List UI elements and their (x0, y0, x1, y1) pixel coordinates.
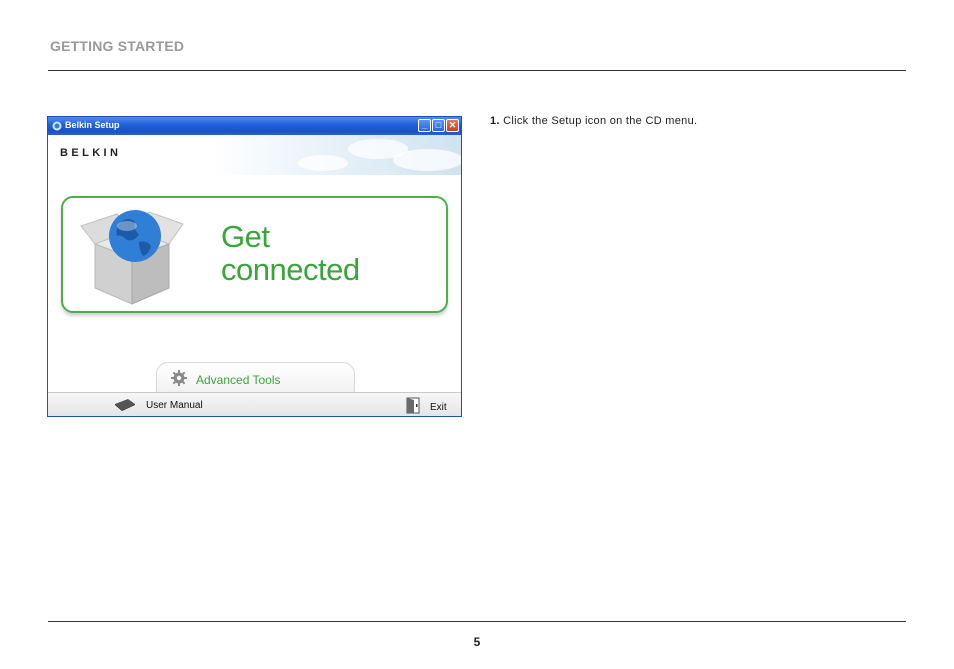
exit-door-icon (406, 397, 420, 414)
minimize-button[interactable]: _ (418, 119, 431, 132)
globe-box-icon (80, 210, 184, 305)
advanced-tools-label: Advanced Tools (196, 373, 281, 387)
step-1-instruction: 1. Click the Setup icon on the CD menu. (490, 115, 697, 127)
step-text: Click the Setup icon on the CD menu. (503, 115, 698, 127)
window-footer: User Manual Exit (48, 392, 461, 416)
gear-icon (171, 370, 187, 386)
window-title: Belkin Setup (65, 120, 120, 130)
maximize-button[interactable]: □ (432, 119, 445, 132)
header-divider (48, 70, 906, 71)
get-connected-line2: connected (221, 252, 360, 287)
exit-link[interactable]: Exit (430, 402, 447, 413)
user-manual-link[interactable]: User Manual (146, 400, 203, 411)
window-content: Get connected (48, 175, 461, 392)
belkin-setup-window: Belkin Setup _ □ ✕ BELKIN Get connected … (47, 116, 462, 417)
get-connected-label: Get connected (221, 220, 360, 286)
page-number: 5 (473, 635, 481, 649)
belkin-logo: BELKIN (60, 147, 122, 159)
cloud-decoration (298, 155, 348, 171)
minimize-icon: _ (421, 120, 427, 130)
close-icon: ✕ (448, 120, 457, 130)
step-number: 1. (490, 115, 500, 127)
get-connected-button[interactable]: Get connected (61, 196, 448, 313)
window-titlebar[interactable]: Belkin Setup _ □ ✕ (48, 117, 461, 135)
get-connected-line1: Get (221, 219, 270, 254)
advanced-tools-tab[interactable]: Advanced Tools (156, 362, 355, 394)
setup-app-icon (52, 121, 62, 131)
maximize-icon: □ (435, 120, 442, 130)
brand-banner: BELKIN (48, 135, 461, 175)
close-button[interactable]: ✕ (446, 119, 459, 132)
cloud-decoration (393, 149, 461, 171)
book-icon (115, 399, 135, 411)
footer-divider (48, 621, 906, 622)
section-title: GETTING STARTED (50, 38, 185, 54)
